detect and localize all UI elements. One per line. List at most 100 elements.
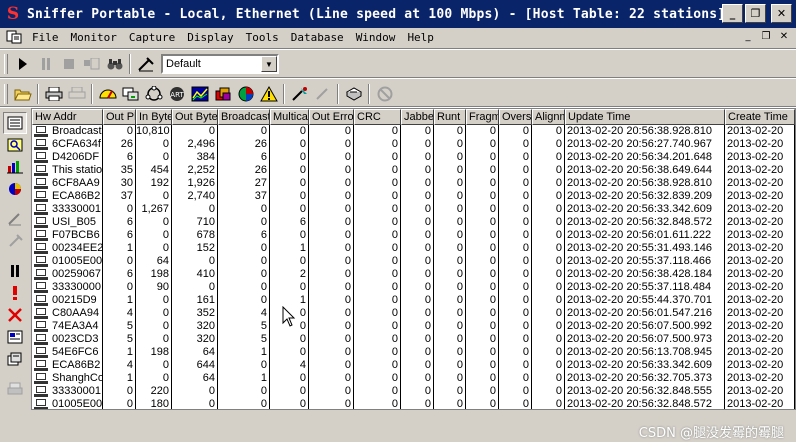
table-cell: 2013-02-20 (725, 294, 795, 307)
delete-icon[interactable] (3, 304, 27, 326)
chevron-down-icon[interactable]: ▼ (261, 56, 277, 72)
table-cell: 0 (103, 203, 136, 216)
menu-help[interactable]: Help (401, 31, 440, 44)
address-book-icon[interactable] (342, 83, 365, 105)
table-row[interactable]: 6CFA634f 26 0 2,496 26 0 0 0 0 0 0 0 0 2013-02-20 20:… (32, 138, 795, 151)
start-capture-icon[interactable] (11, 53, 34, 75)
column-header[interactable]: Fragm (466, 109, 499, 125)
filter-tool-icon[interactable] (3, 230, 27, 252)
column-header[interactable]: In Byte (136, 109, 172, 125)
export-icon[interactable] (3, 348, 27, 370)
table-cell: 2013-02-20 20:56:07.500.973 (565, 333, 725, 346)
binoculars-icon[interactable] (103, 53, 126, 75)
column-header[interactable]: Alignm (532, 109, 565, 125)
table-row[interactable]: ECA86B2 4 0 644 0 4 0 0 0 0 0 0 0 2013-02-20 20:56:33… (32, 359, 795, 372)
child-minimize-button[interactable]: _ (742, 30, 754, 42)
close-button[interactable]: ✕ (771, 4, 792, 23)
stop-and-display-icon[interactable] (80, 53, 103, 75)
open-folder-icon[interactable] (11, 83, 34, 105)
print-icon[interactable] (42, 83, 65, 105)
cancel-icon[interactable] (373, 83, 396, 105)
table-row[interactable]: 33330001 0 1,267 0 0 0 0 0 0 0 0 0 0 2013-02-20 20:56… (32, 203, 795, 216)
column-header[interactable]: Overs (499, 109, 532, 125)
table-row[interactable]: 00234EE2 1 0 152 0 1 0 0 0 0 0 0 0 2013-02-20 20:55:3… (32, 242, 795, 255)
table-row[interactable]: This station 35 454 2,252 26 0 0 0 0 0 0 0 0 2013-02-… (32, 164, 795, 177)
column-header[interactable]: Out Pk (103, 109, 136, 125)
column-header[interactable]: CRC (354, 109, 401, 125)
global-statistics-icon[interactable] (234, 83, 257, 105)
define-filter-wand-icon[interactable] (288, 83, 311, 105)
table-row[interactable]: D4206DF 6 0 384 6 0 0 0 0 0 0 0 0 2013-02-20 20:56:34… (32, 151, 795, 164)
define-filter-icon[interactable] (134, 53, 157, 75)
table-row[interactable]: C80AA94 4 0 352 4 0 0 0 0 0 0 0 0 2013-02-20 20:56:01… (32, 307, 795, 320)
matrix-icon[interactable] (142, 83, 165, 105)
table-cell: 0 (354, 294, 401, 307)
table-cell: 0 (354, 203, 401, 216)
stop-capture-icon[interactable] (57, 53, 80, 75)
child-close-button[interactable]: ✕ (778, 30, 790, 42)
table-row[interactable]: 00259067 6 198 410 0 2 0 0 0 0 0 0 0 2013-02-20 20:56… (32, 268, 795, 281)
column-header[interactable]: Create Time (725, 109, 795, 125)
alert-icon[interactable] (3, 282, 27, 304)
print-side-icon[interactable] (3, 378, 27, 400)
detail-view-icon[interactable] (3, 134, 27, 156)
menu-display[interactable]: Display (181, 31, 239, 44)
table-cell: 161 (172, 294, 218, 307)
column-header[interactable]: Out Byte (172, 109, 218, 125)
table-row[interactable]: 6CF8AA9 30 192 1,926 27 0 0 0 0 0 0 0 0 2013-02-20 20… (32, 177, 795, 190)
define-filter-side-icon[interactable] (3, 208, 27, 230)
table-row[interactable]: 0023CD3 5 0 320 5 0 0 0 0 0 0 0 0 2013-02-20 20:56:07… (32, 333, 795, 346)
alarm-log-icon[interactable] (257, 83, 280, 105)
toolbar-grip[interactable] (4, 84, 8, 104)
table-row[interactable]: F07BCB6 6 0 678 6 0 0 0 0 0 0 0 0 2013-02-20 20:56:01… (32, 229, 795, 242)
host-table-icon[interactable] (119, 83, 142, 105)
select-filter-icon[interactable] (311, 83, 334, 105)
table-cell: 1 (218, 372, 270, 385)
filter-profile-select[interactable]: Default ▼ (161, 54, 279, 74)
column-header[interactable]: Broadcast (218, 109, 270, 125)
table-row[interactable]: ShanghCo 1 0 64 1 0 0 0 0 0 0 0 0 2013-02-20 20:56:32… (32, 372, 795, 385)
pie-chart-view-icon[interactable] (3, 178, 27, 200)
menu-tools[interactable]: Tools (240, 31, 285, 44)
column-header[interactable]: Out Error (309, 109, 354, 125)
bar-chart-view-icon[interactable] (3, 156, 27, 178)
column-header[interactable]: Runt (434, 109, 466, 125)
history-samples-icon[interactable] (188, 83, 211, 105)
protocol-distribution-icon[interactable] (211, 83, 234, 105)
column-header[interactable]: Hw Addr (32, 109, 103, 125)
dashboard-icon[interactable] (96, 83, 119, 105)
table-row[interactable]: 01005E00 0 64 0 0 0 0 0 0 0 0 0 0 2013-02-20 20:55:37… (32, 255, 795, 268)
host-table-view-icon[interactable] (3, 112, 27, 134)
table-row[interactable]: Broadcast 0 10,810 0 0 0 0 0 0 0 0 0 0 2013-02-20 20:… (32, 125, 795, 138)
title-bar: S Sniffer Portable - Local, Ethernet (Li… (0, 0, 796, 28)
table-row[interactable]: 01005E00 0 180 0 0 0 0 0 0 0 0 0 0 2013-02-20 20:56:3… (32, 398, 795, 409)
table-row[interactable]: 00215D9 1 0 161 0 1 0 0 0 0 0 0 0 2013-02-20 20:55:44… (32, 294, 795, 307)
print-preview-icon[interactable] (65, 83, 88, 105)
properties-icon[interactable] (3, 326, 27, 348)
table-row[interactable]: 74EA3A4 5 0 320 5 0 0 0 0 0 0 0 0 2013-02-20 20:56:07… (32, 320, 795, 333)
column-header[interactable]: Jabber (401, 109, 434, 125)
menu-monitor[interactable]: Monitor (65, 31, 123, 44)
pause-capture-icon[interactable] (34, 53, 57, 75)
table-row[interactable]: 33330000 0 90 0 0 0 0 0 0 0 0 0 0 2013-02-20 20:55:37… (32, 281, 795, 294)
minimize-button[interactable]: _ (722, 4, 743, 23)
child-restore-button[interactable]: ❐ (760, 30, 772, 42)
table-cell: 0 (532, 268, 565, 281)
table-row[interactable]: USI_B05 6 0 710 0 6 0 0 0 0 0 0 0 2013-02-20 20:56:32… (32, 216, 795, 229)
menu-capture[interactable]: Capture (123, 31, 181, 44)
table-cell: 0 (309, 216, 354, 229)
computer-icon (34, 308, 48, 319)
table-row[interactable]: 33330001 0 220 0 0 0 0 0 0 0 0 0 0 2013-02-20 20:56:3… (32, 385, 795, 398)
menu-window[interactable]: Window (350, 31, 402, 44)
column-header[interactable]: Update Time (565, 109, 725, 125)
pause-icon[interactable] (3, 260, 27, 282)
menu-file[interactable]: File (26, 31, 65, 44)
table-row[interactable]: ECA86B2 37 0 2,740 37 0 0 0 0 0 0 0 0 2013-02-20 20:5… (32, 190, 795, 203)
restore-button[interactable]: ❐ (745, 4, 766, 23)
column-header[interactable]: Multicast (270, 109, 309, 125)
application-response-time-icon[interactable]: ART (165, 83, 188, 105)
menu-database[interactable]: Database (285, 31, 350, 44)
document-icon[interactable] (6, 30, 22, 44)
toolbar-grip[interactable] (4, 54, 8, 74)
table-row[interactable]: 54E6FC6 1 198 64 1 0 0 0 0 0 0 0 0 2013-02-20 20:56:1… (32, 346, 795, 359)
